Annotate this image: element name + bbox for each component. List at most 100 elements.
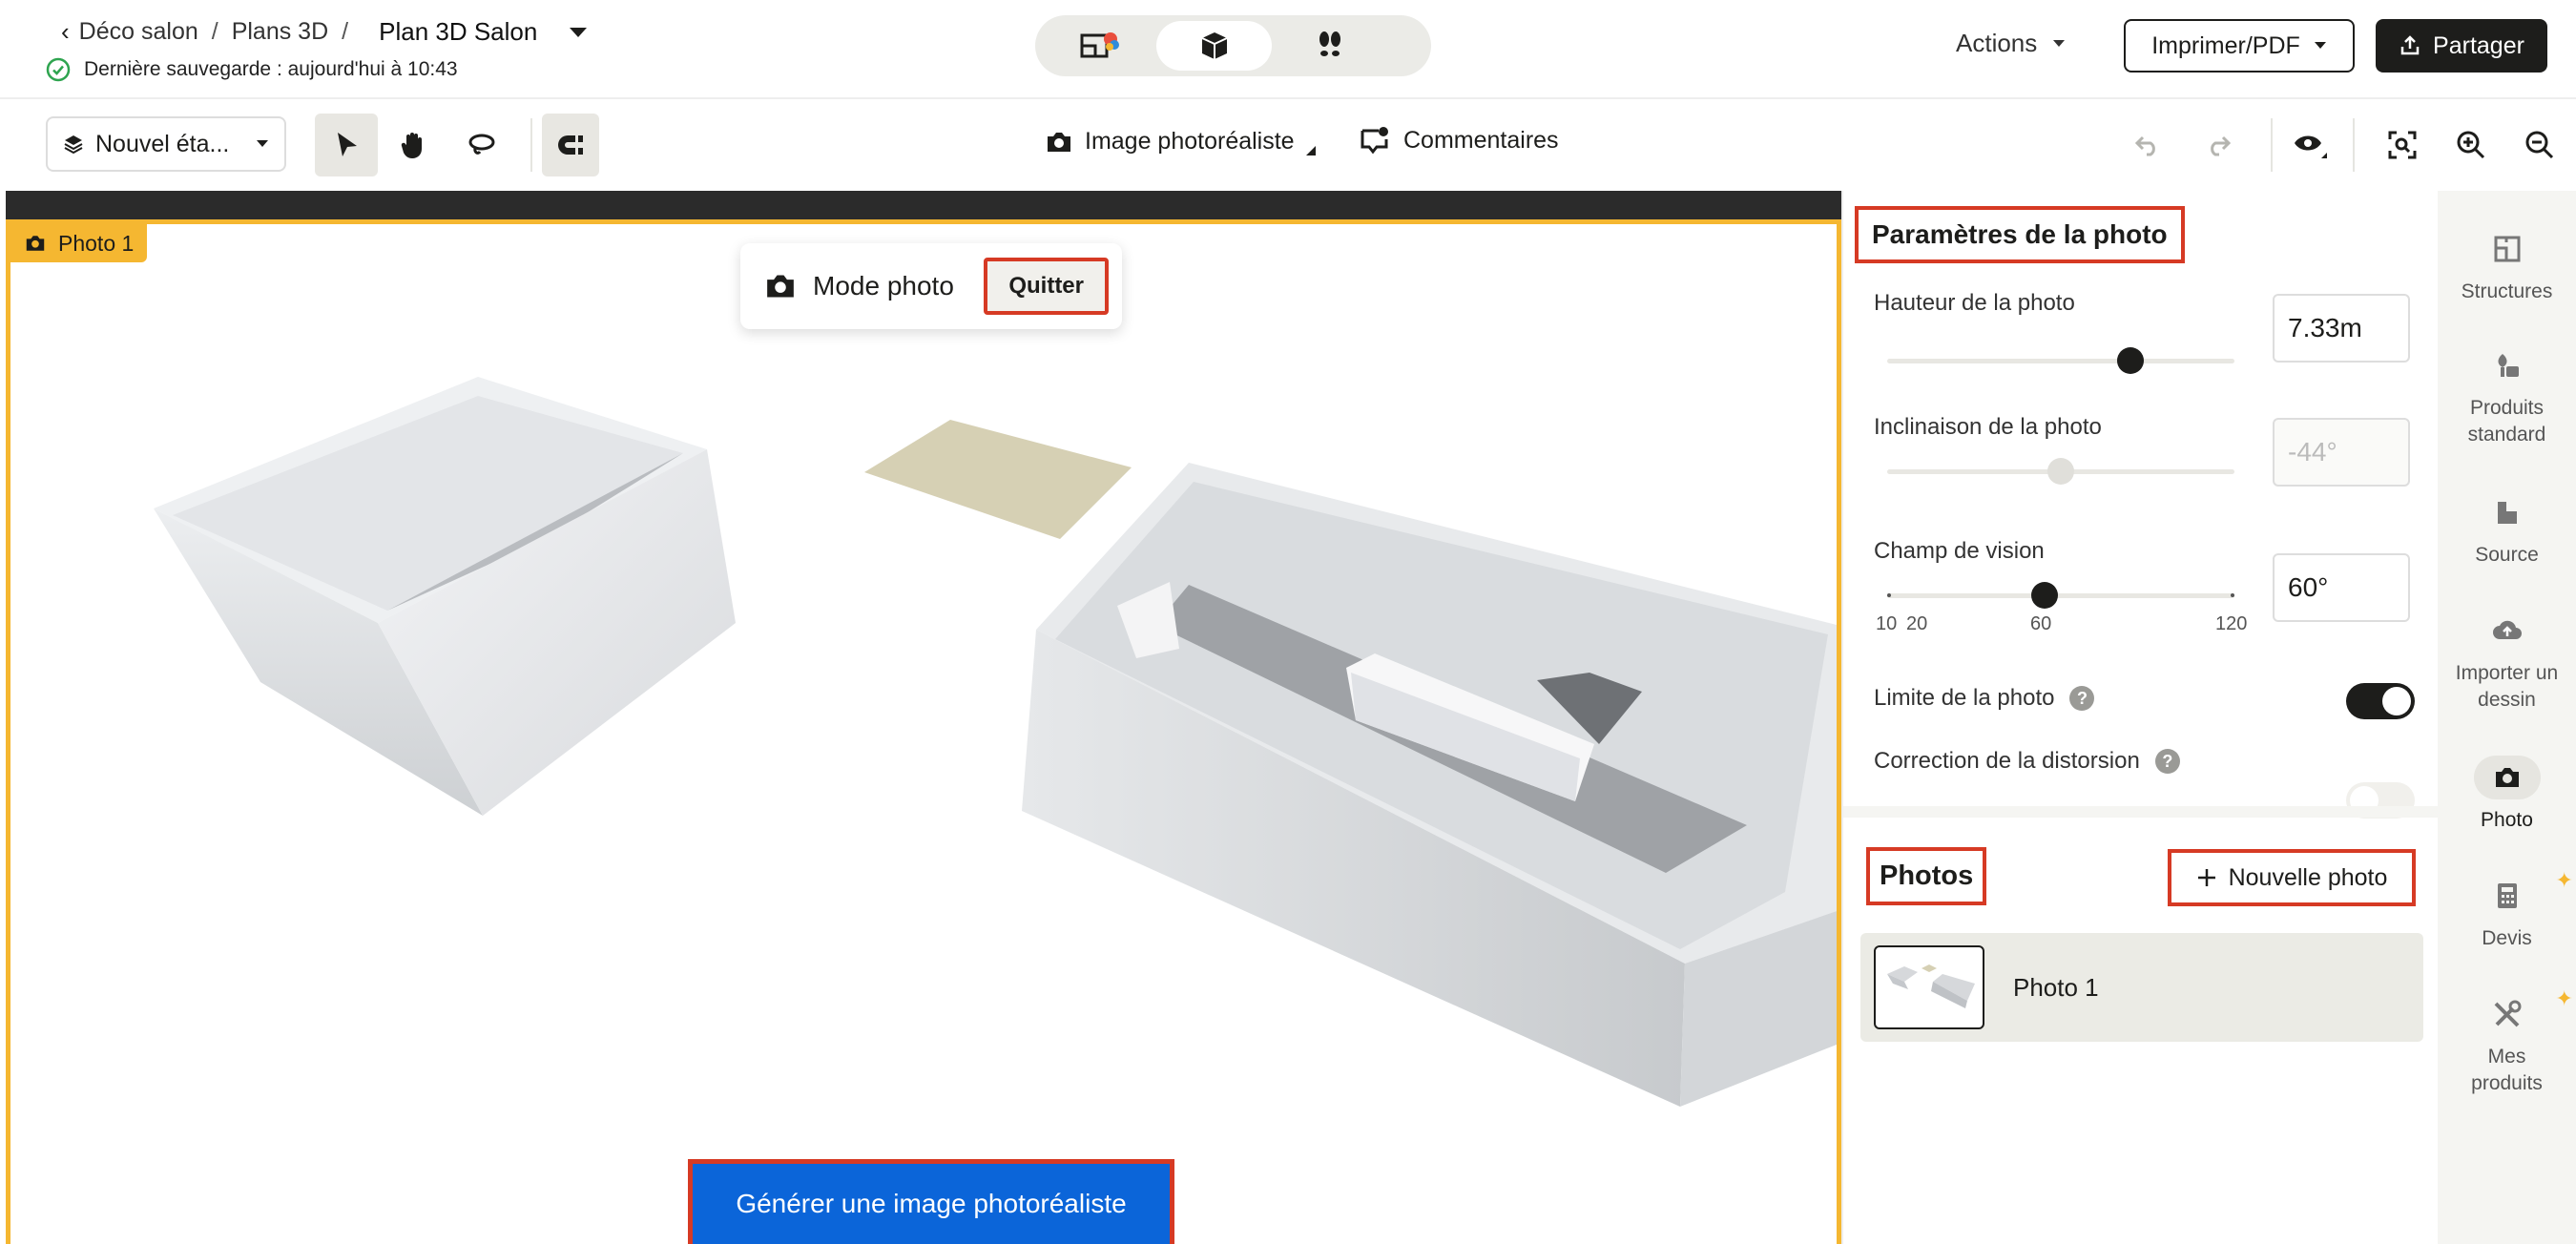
camera-icon (2473, 756, 2541, 799)
breadcrumb-item-plans-3d[interactable]: Plans 3D (232, 18, 328, 46)
tools-icon: ✦ (2474, 986, 2573, 1036)
room-box-right (1022, 463, 1837, 1107)
visibility-button[interactable] (2280, 114, 2343, 176)
3d-viewport[interactable]: Photo 1 Mode photo Quitter Générer une i… (6, 219, 1841, 1244)
floor-select[interactable]: Nouvel éta... (46, 116, 286, 172)
photo-list-item[interactable]: Photo 1 (1860, 933, 2423, 1042)
generate-photorealistic-button[interactable]: Générer une image photoréaliste (688, 1159, 1174, 1244)
field-of-view-slider[interactable] (1887, 582, 2234, 609)
lasso-tool-button[interactable] (450, 114, 513, 176)
photo-limit-toggle[interactable] (2346, 683, 2415, 719)
fov-tick-label: 10 (1876, 613, 1898, 634)
sidebar-item-structures[interactable]: Structures (2438, 227, 2576, 305)
share-label: Partager (2433, 31, 2524, 59)
zoom-in-button[interactable] (2440, 114, 2503, 176)
products-icon (2474, 343, 2541, 387)
photo-list-item-label: Photo 1 (2013, 972, 2099, 1002)
photo-tilt-label: Inclinaison de la photo (1874, 414, 2102, 440)
plus-icon (2197, 869, 2215, 886)
breadcrumb-separator: / (211, 18, 218, 45)
fit-view-button[interactable] (2371, 114, 2434, 176)
pan-tool-button[interactable] (382, 114, 445, 176)
photo-limit-row: Limite de la photo ? (1874, 685, 2095, 712)
photo-tilt-slider (1887, 458, 2234, 485)
cube-3d-icon (1201, 32, 1227, 59)
undo-button[interactable] (2116, 114, 2179, 176)
photos-section-title: Photos (1866, 847, 1987, 905)
slider-track (1887, 593, 2234, 598)
right-sidebar: Structures Produits standard Source Impo… (2438, 191, 2576, 1244)
zoom-out-button[interactable] (2508, 114, 2571, 176)
slider-thumb[interactable] (2031, 582, 2059, 609)
plan-dropdown-icon[interactable] (568, 26, 589, 39)
sidebar-item-import-drawing[interactable]: Importer un dessin (2438, 609, 2576, 715)
slider-thumb[interactable] (2116, 347, 2144, 374)
plan-title[interactable]: Plan 3D Salon (379, 17, 537, 47)
comments-label: Commentaires (1403, 126, 1559, 154)
sidebar-item-label: Devis (2482, 927, 2532, 949)
print-pdf-button[interactable]: Imprimer/PDF (2124, 19, 2355, 73)
undo-icon (2134, 135, 2155, 156)
magnet-tool-button[interactable] (542, 114, 599, 176)
field-of-view-input[interactable]: 60° (2273, 553, 2410, 622)
new-photo-button[interactable]: Nouvelle photo (2168, 849, 2416, 906)
calculator-icon: ✦ (2474, 868, 2573, 918)
photorealistic-image-button[interactable]: Image photoréaliste (1045, 128, 1316, 156)
footsteps-icon (1319, 31, 1340, 56)
save-status: Dernière sauvegarde : aujourd'hui à 10:4… (46, 57, 458, 82)
fov-tick-label: 120 (2215, 613, 2248, 634)
field-of-view-label: Champ de vision (1874, 538, 2045, 564)
breadcrumb: ‹ Déco salon / Plans 3D / Plan 3D Salon (61, 17, 589, 47)
zoom-in-icon (2457, 131, 2485, 159)
photo-settings-title: Paramètres de la photo (1855, 206, 2185, 263)
sidebar-item-label: Mes produits (2471, 1046, 2543, 1095)
breadcrumb-item-deco-salon[interactable]: Déco salon (79, 18, 198, 46)
structures-icon (2474, 227, 2541, 271)
photo-height-slider[interactable] (1887, 347, 2234, 374)
sidebar-item-label: Produits standard (2467, 397, 2546, 446)
sidebar-item-photo[interactable]: Photo (2438, 756, 2576, 834)
sidebar-item-my-products[interactable]: ✦ Mes produits (2438, 986, 2576, 1098)
canvas-top-bar (6, 191, 1841, 219)
help-icon[interactable]: ? (2069, 686, 2095, 711)
comment-icon (1361, 127, 1388, 155)
zoom-out-icon (2525, 131, 2554, 159)
view-switch (1035, 15, 1431, 76)
view-3d-button[interactable] (1156, 21, 1272, 71)
slider-thumb (2047, 458, 2074, 485)
print-label: Imprimer/PDF (2151, 31, 2300, 59)
quit-photo-mode-button[interactable]: Quitter (984, 258, 1109, 315)
toolbar-divider (2271, 118, 2273, 172)
sidebar-item-standard-products[interactable]: Produits standard (2438, 343, 2576, 449)
photo-thumbnail-image (1887, 964, 1975, 1008)
toolbar-divider (530, 118, 532, 172)
fov-tick-label: 20 (1906, 613, 1928, 634)
chevron-down-icon (257, 140, 268, 147)
focus-frame-icon (2388, 131, 2417, 159)
new-photo-label: Nouvelle photo (2228, 863, 2388, 891)
lasso-icon (468, 134, 495, 155)
source-icon (2474, 490, 2541, 534)
photo-tilt-input: -44° (2273, 418, 2410, 487)
distortion-correction-row: Correction de la distorsion ? (1874, 748, 2180, 775)
view-2d-button[interactable] (1041, 21, 1156, 71)
comments-button[interactable]: Commentaires (1360, 126, 1559, 155)
redo-button[interactable] (2187, 114, 2250, 176)
actions-menu-button[interactable]: Actions (1956, 29, 2066, 58)
hand-icon (401, 133, 422, 158)
3d-scene[interactable] (10, 224, 1837, 1244)
photo-height-input[interactable]: 7.33m (2273, 294, 2410, 363)
breadcrumb-separator: / (342, 18, 349, 45)
panel-divider (1843, 806, 2440, 818)
select-tool-button[interactable] (315, 114, 378, 176)
actions-label: Actions (1956, 29, 2038, 57)
view-walk-button[interactable] (1272, 21, 1387, 71)
cursor-arrow-icon (338, 133, 357, 156)
sidebar-item-source[interactable]: Source (2438, 490, 2576, 569)
back-chevron-icon[interactable]: ‹ (61, 17, 70, 47)
sidebar-item-quote[interactable]: ✦ Devis (2438, 868, 2576, 952)
camera-icon (767, 275, 794, 298)
share-button[interactable]: Partager (2376, 19, 2547, 73)
save-status-text: Dernière sauvegarde : aujourd'hui à 10:4… (84, 58, 458, 80)
help-icon[interactable]: ? (2154, 749, 2180, 774)
